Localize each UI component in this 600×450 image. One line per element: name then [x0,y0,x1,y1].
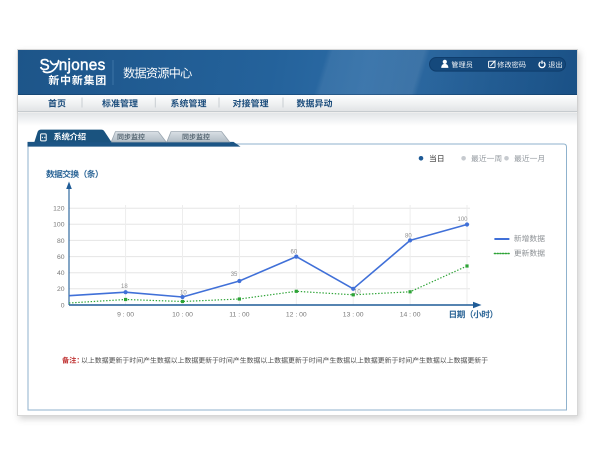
svg-text:120: 120 [53,206,65,213]
svg-text:80: 80 [405,234,412,240]
svg-text:10 : 00: 10 : 00 [172,312,193,319]
svg-text:9 : 00: 9 : 00 [117,312,134,319]
svg-text:60: 60 [291,250,298,256]
svg-text:10: 10 [354,290,361,296]
svg-text:12 : 00: 12 : 00 [286,312,307,319]
svg-text:11 : 00: 11 : 00 [229,312,250,319]
svg-text:100: 100 [53,222,65,229]
svg-text:13 : 00: 13 : 00 [343,312,364,319]
svg-text:18: 18 [121,284,128,290]
svg-text:40: 40 [57,270,65,277]
svg-text:80: 80 [57,238,65,245]
svg-text:100: 100 [458,217,469,223]
svg-text:35: 35 [231,272,238,278]
svg-text:0: 0 [61,302,65,309]
svg-text:60: 60 [57,254,65,261]
svg-text:14 : 00: 14 : 00 [400,312,421,319]
svg-text:njones: njones [59,57,106,74]
svg-text:10: 10 [180,291,187,297]
svg-text:20: 20 [57,286,65,293]
